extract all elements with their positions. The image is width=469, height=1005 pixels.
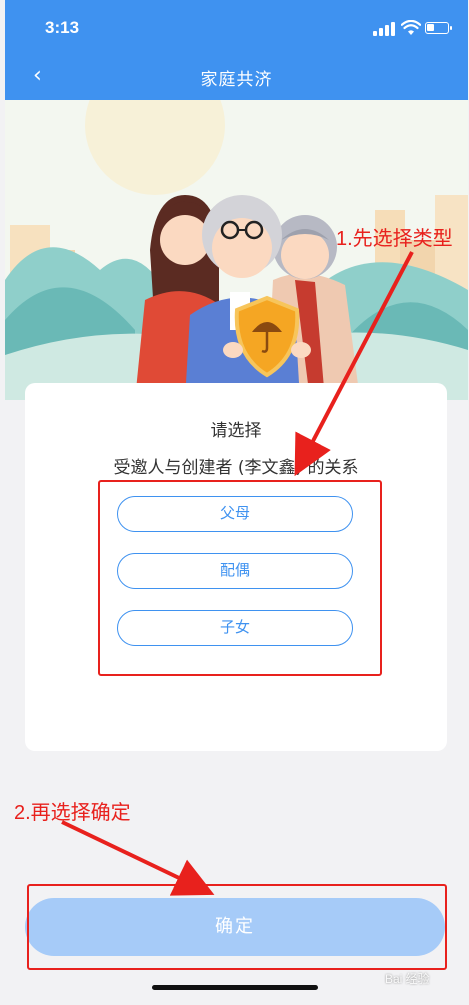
annotation-step2: 2.再选择确定 (14, 802, 131, 824)
prompt-subtitle: 受邀人与创建者 (李文鑫) 的关系 (113, 458, 359, 478)
status-time: 3:13 (45, 18, 80, 37)
option-parents-button[interactable]: 父母 (117, 496, 353, 532)
nav-bar: ‹ 家庭共济 (5, 52, 468, 100)
prompt-title: 请选择 (210, 421, 262, 441)
wifi-icon (401, 20, 421, 35)
annotation-step1: 1.先选择类型 (336, 228, 453, 250)
home-indicator (152, 985, 318, 990)
app-frame: 3:13 ‹ 家庭共济 请选择 受邀人与创建者 (李文鑫) 的关系 父母 配偶 … (0, 0, 469, 1005)
battery-icon (425, 22, 452, 34)
signal-icon (373, 22, 397, 36)
relationship-card: 请选择 受邀人与创建者 (李文鑫) 的关系 父母 配偶 子女 (25, 383, 447, 751)
page-title: 家庭共济 (200, 70, 273, 90)
watermark: Bai 经验 (385, 972, 430, 986)
option-children-button[interactable]: 子女 (117, 610, 353, 646)
status-bar: 3:13 (5, 0, 468, 52)
option-spouse-button[interactable]: 配偶 (117, 553, 353, 589)
confirm-button[interactable]: 确定 (25, 898, 445, 956)
